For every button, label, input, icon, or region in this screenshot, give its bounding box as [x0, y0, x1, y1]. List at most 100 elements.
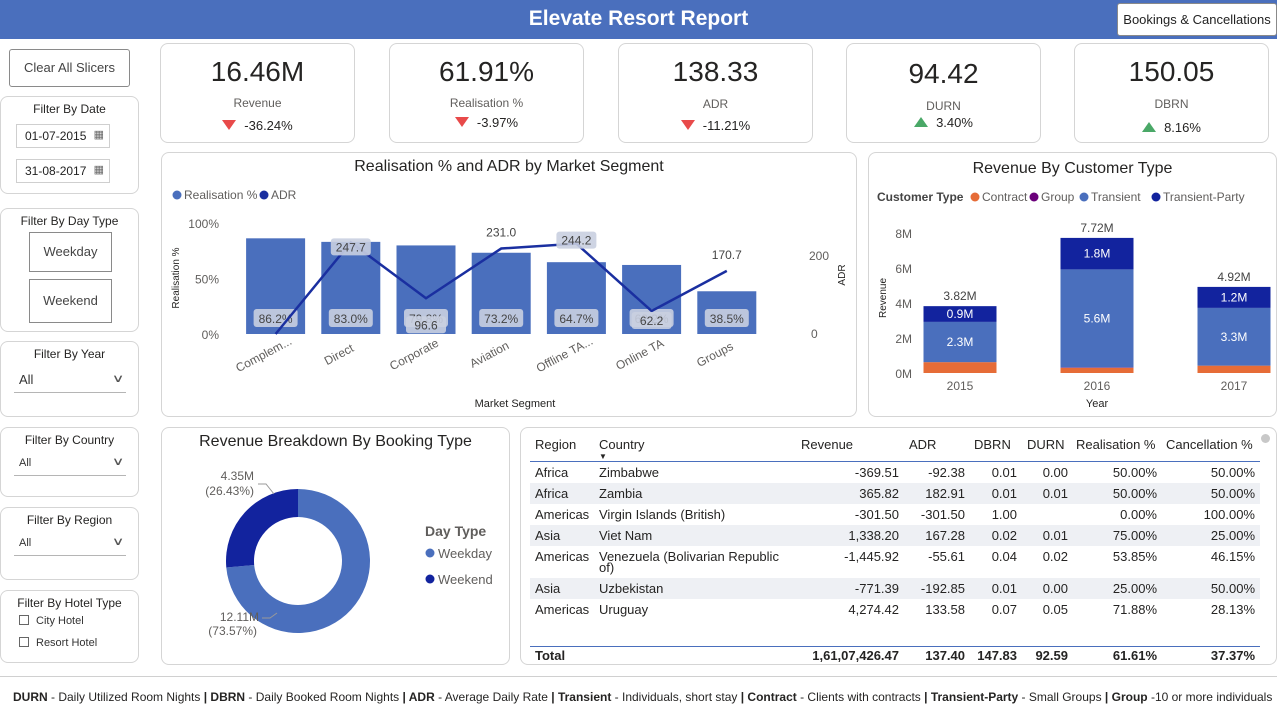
calendar-icon[interactable]: ▦ [94, 128, 104, 141]
footer-term: Transient [557, 690, 612, 704]
table-cell: -92.38 [928, 465, 965, 480]
bookings-cancellations-nav-button[interactable]: Bookings & Cancellations [1117, 3, 1277, 36]
kpi-value: 138.33 [672, 56, 759, 87]
column-header-dbrn[interactable]: DBRN [974, 437, 1011, 452]
clear-all-slicers-button[interactable]: Clear All Slicers [9, 49, 130, 87]
column-header-adr[interactable]: ADR [909, 437, 936, 452]
total-dbrn: 147.83 [977, 648, 1017, 663]
end-date-input[interactable]: 31-08-2017 ▦ [16, 159, 110, 183]
line-data-label: 96.6 [414, 318, 438, 332]
filter-by-region-slicer: Filter By Region All ∨ [0, 507, 139, 580]
checkbox-icon[interactable] [19, 637, 29, 647]
x-tick-label: Direct [322, 341, 357, 368]
table-cell: Virgin Islands (British) [599, 507, 726, 522]
kpi-label: ADR [702, 97, 729, 111]
column-header-country[interactable]: Country [599, 437, 645, 452]
table-cell: 1.00 [991, 507, 1017, 522]
checkbox-icon[interactable] [19, 615, 29, 625]
booking-type-donut-card: Revenue Breakdown By Booking Type 12.11M… [161, 427, 510, 665]
kpi-label: DBRN [1154, 97, 1189, 111]
table-cell: 0.00 [1042, 465, 1068, 480]
kpi-card-realisation: 61.91% Realisation % -3.97% [389, 43, 584, 143]
sort-descending-icon[interactable]: ▼ [599, 452, 607, 461]
up-arrow-icon [914, 117, 929, 127]
table-row[interactable]: Asia Viet Nam 1,338.20 167.28 0.02 0.01 75.00%… [530, 525, 1260, 546]
stacked-bar-segment[interactable] [923, 362, 997, 373]
year-dropdown[interactable]: All ∨ [14, 369, 126, 393]
table-cell: -301.50 [920, 507, 965, 522]
donut-label-value: 12.11M [220, 610, 259, 624]
footer-term: ADR [408, 690, 435, 704]
y-axis-label: Realisation % [171, 247, 182, 308]
title-bar: Elevate Resort Report [0, 0, 1277, 39]
line-data-label: 62.2 [640, 314, 664, 328]
segment-data-label: 5.6M [1084, 311, 1111, 325]
legend-realisation-marker [172, 190, 182, 200]
legend-adr-label: ADR [271, 188, 297, 202]
table-row[interactable]: Africa Zambia 365.82 182.91 0.01 0.01 50.00% 50… [530, 483, 1260, 504]
stacked-bar-segment[interactable] [1197, 365, 1271, 373]
region-dropdown[interactable]: All ∨ [14, 532, 126, 556]
table-row[interactable]: Africa Zimbabwe -369.51 -92.38 0.01 0.00 50.00… [530, 462, 1260, 483]
country-dropdown[interactable]: All ∨ [14, 452, 126, 476]
chevron-down-icon: ∨ [111, 373, 125, 385]
footer-description: - Individuals, short stay [611, 690, 741, 704]
footer-description: - Clients with contracts [796, 690, 925, 704]
down-arrow-icon [680, 120, 695, 130]
kpi-card-revenue: 16.46M Revenue -36.24% [160, 43, 355, 143]
column-header-durn[interactable]: DURN [1027, 437, 1065, 452]
x-tick-label: Groups [694, 339, 735, 370]
resort-hotel-checkbox[interactable]: Resort Hotel [19, 637, 97, 649]
calendar-icon[interactable]: ▦ [94, 163, 104, 176]
table-cell: Americas [535, 507, 590, 522]
footer-term: Group [1111, 690, 1148, 704]
weekend-option-button[interactable]: Weekend [29, 279, 112, 323]
segment-data-label: 1.8M [1084, 247, 1111, 261]
footer-description: - Daily Booked Room Nights [245, 690, 403, 704]
footer-term: Transient-Party [930, 690, 1019, 704]
filter-by-country-slicer: Filter By Country All ∨ [0, 427, 139, 497]
y-tick-label: 100% [188, 217, 219, 231]
column-header-cancellation[interactable]: Cancellation % [1166, 437, 1253, 452]
table-row[interactable]: of) [530, 560, 1260, 578]
year-dropdown-value: All [19, 372, 34, 387]
column-header-region[interactable]: Region [535, 437, 576, 452]
table-cell: Uzbekistan [599, 581, 664, 596]
filter-by-date-title: Filter By Date [33, 102, 106, 116]
footer-separator: | [1104, 690, 1112, 704]
stacked-bar-segment[interactable] [1060, 367, 1134, 373]
bar-data-label: 64.7% [559, 312, 593, 326]
total-cancellation: 37.37% [1210, 648, 1255, 663]
weekday-option-button[interactable]: Weekday [29, 232, 112, 272]
column-header-revenue[interactable]: Revenue [801, 437, 853, 452]
donut-slice-weekend[interactable] [226, 489, 298, 568]
chevron-down-icon: ∨ [111, 536, 125, 548]
kpi-value: 16.46M [210, 56, 305, 87]
column-header-realisation[interactable]: Realisation % [1076, 437, 1156, 452]
start-date-input[interactable]: 01-07-2015 ▦ [16, 124, 110, 148]
filter-by-region-title: Filter By Region [26, 513, 113, 527]
table-row[interactable]: Americas Uruguay 4,274.42 133.58 0.07 0.05 71.… [530, 599, 1260, 620]
city-hotel-checkbox[interactable]: City Hotel [19, 615, 84, 627]
x-tick-label: Corporate [387, 336, 441, 374]
kpi-card-dbrn: 150.05 DBRN 8.16% [1074, 43, 1269, 143]
table-cell: 0.01 [991, 581, 1017, 596]
kpi-value: 94.42 [908, 58, 979, 89]
kpi-delta-value: 3.40% [936, 115, 973, 130]
footer-separator: | [551, 690, 558, 704]
table-scrollbar[interactable] [1261, 434, 1270, 443]
donut-label-pct: (26.43%) [205, 484, 254, 498]
table-cell: Africa [535, 486, 569, 501]
kpi-delta: -3.97% [390, 115, 583, 130]
kpi-delta: 8.16% [1075, 120, 1268, 135]
table-row[interactable]: Asia Uzbekistan -771.39 -192.85 0.01 0.00 25.0… [530, 578, 1260, 599]
table-header-row: Region Country ▼ Revenue ADR DBRN DURN R… [530, 428, 1260, 462]
footer-separator: | [924, 690, 931, 704]
table-cell: 0.00% [1120, 507, 1157, 522]
y-tick-label: 0M [895, 367, 912, 381]
table-row[interactable]: Americas Virgin Islands (British) -301.50 -… [530, 504, 1260, 525]
table-cell: 167.28 [925, 528, 965, 543]
total-data-label: 7.72M [1080, 221, 1113, 235]
down-arrow-icon [454, 117, 469, 127]
table-row[interactable]: Americas Venezuela (Bolivarian Republic -1… [530, 546, 1260, 564]
